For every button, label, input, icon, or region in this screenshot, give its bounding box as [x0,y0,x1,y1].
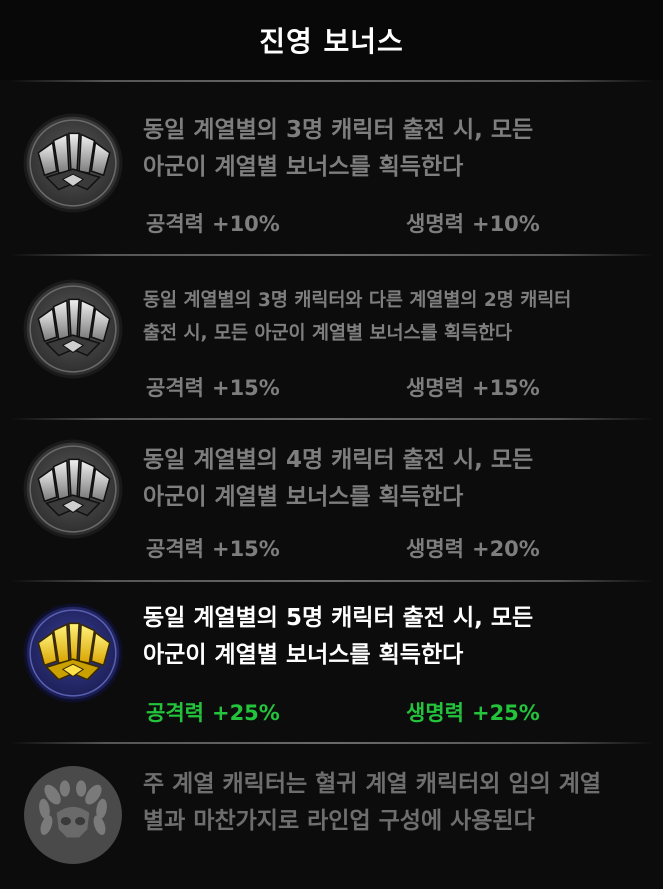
attack-stat: 공격력 +15% [146,372,280,402]
attack-value: +10% [211,212,280,236]
attack-value: +15% [211,537,280,561]
tier-description: 동일 계열별의 4명 캐릭터 출전 시, 모든 아군이 계열별 보너스를 획득한… [143,442,643,516]
faction-note: 주 계열 캐릭터는 혈귀 계열 캐릭터외 임의 계열 별과 마찬가지로 라인업 … [0,744,663,889]
hp-value: +10% [471,212,540,236]
attack-stat: 공격력 +25% [146,697,280,727]
hp-stat: 생명력 +25% [406,697,540,727]
description-line: 동일 계열별의 5명 캐릭터 출전 시, 모든 [143,605,534,631]
description-line: 아군이 계열별 보너스를 획득한다 [143,154,464,180]
description-line: 동일 계열별의 3명 캐릭터와 다른 계열별의 2명 캐릭터 [143,290,572,311]
tier-description: 동일 계열별의 5명 캐릭터 출전 시, 모든 아군이 계열별 보너스를 획득한… [143,600,643,674]
laurel-skull-icon [24,766,122,864]
description-line: 동일 계열별의 3명 캐릭터 출전 시, 모든 [143,117,534,143]
hp-stat: 생명력 +10% [406,208,540,238]
description-line: 아군이 계열별 보너스를 획득한다 [143,484,464,510]
faction-emblem-icon [23,439,123,539]
hp-stat: 생명력 +20% [406,533,540,563]
description-line: 동일 계열별의 4명 캐릭터 출전 시, 모든 [143,447,534,473]
hp-label: 생명력 [406,537,464,561]
attack-stat: 공격력 +15% [146,533,280,563]
description-line: 주 계열 캐릭터는 혈귀 계열 캐릭터외 임의 계열 [143,771,602,797]
hp-stat: 생명력 +15% [406,372,540,402]
hp-value: +15% [471,376,540,400]
attack-label: 공격력 [146,537,204,561]
attack-label: 공격력 [146,212,204,236]
bonus-tier-2: 동일 계열별의 3명 캐릭터와 다른 계열별의 2명 캐릭터 출전 시, 모든 … [0,256,663,418]
description-line: 별과 마찬가지로 라인업 구성에 사용된다 [143,808,535,834]
description-line: 아군이 계열별 보너스를 획득한다 [143,642,464,668]
note-description: 주 계열 캐릭터는 혈귀 계열 캐릭터외 임의 계열 별과 마찬가지로 라인업 … [143,766,643,840]
bonus-tier-4-active: 동일 계열별의 5명 캐릭터 출전 시, 모든 아군이 계열별 보너스를 획득한… [0,582,663,742]
tier-description: 동일 계열별의 3명 캐릭터 출전 시, 모든 아군이 계열별 보너스를 획득한… [143,112,643,186]
attack-value: +15% [211,376,280,400]
faction-emblem-icon [23,279,123,379]
attack-label: 공격력 [146,376,204,400]
hp-value: +20% [471,537,540,561]
hp-label: 생명력 [406,212,464,236]
attack-value: +25% [211,701,280,725]
page-title: 진영 보너스 [259,25,404,58]
bonus-tier-3: 동일 계열별의 4명 캐릭터 출전 시, 모든 아군이 계열별 보너스를 획득한… [0,420,663,580]
tier-description: 동일 계열별의 3명 캐릭터와 다른 계열별의 2명 캐릭터 출전 시, 모든 … [143,284,643,350]
attack-stat: 공격력 +10% [146,208,280,238]
hp-label: 생명력 [406,701,464,725]
description-line: 출전 시, 모든 아군이 계열별 보너스를 획득한다 [143,323,513,344]
faction-emblem-icon [23,113,123,213]
hp-label: 생명력 [406,376,464,400]
header: 진영 보너스 [0,0,663,80]
faction-emblem-active-icon [23,603,123,703]
bonus-tier-1: 동일 계열별의 3명 캐릭터 출전 시, 모든 아군이 계열별 보너스를 획득한… [0,82,663,254]
attack-label: 공격력 [146,701,204,725]
hp-value: +25% [471,701,540,725]
